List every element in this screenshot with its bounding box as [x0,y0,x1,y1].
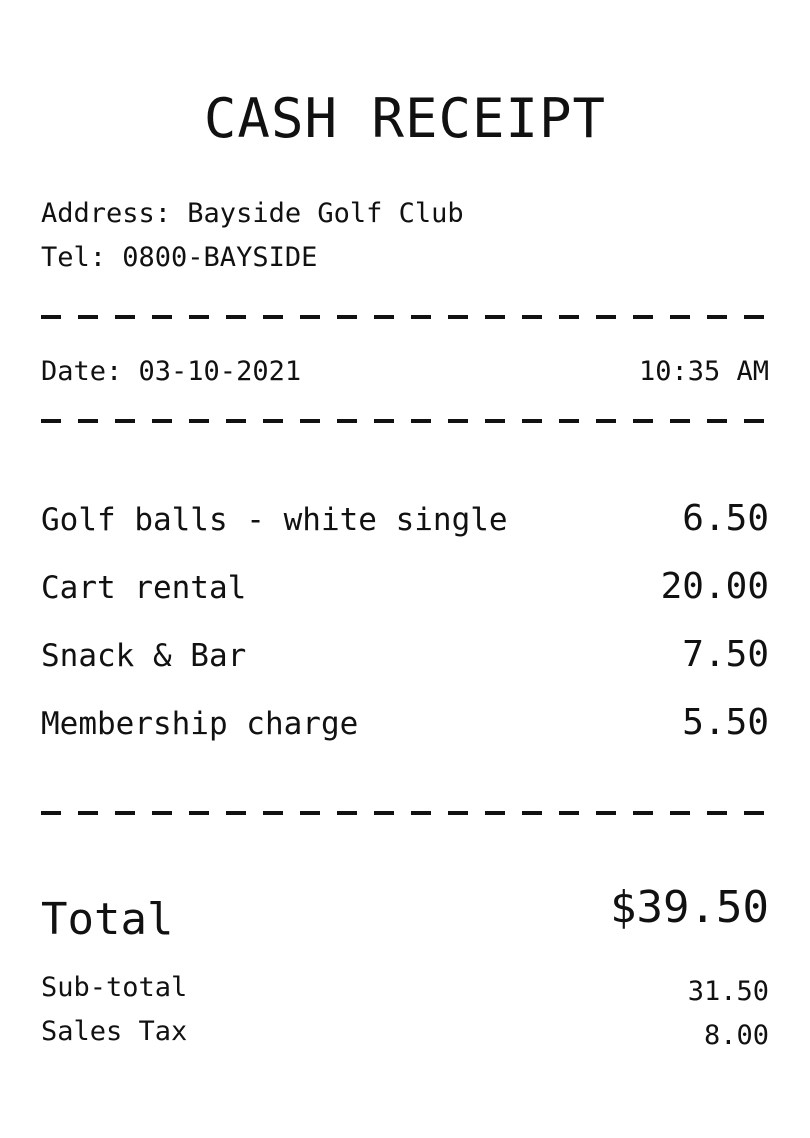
receipt-telephone: Tel: 0800-BAYSIDE [41,242,318,273]
line-item-name: Membership charge [41,706,359,742]
total-label: Total [41,894,174,945]
line-item: Membership charge 5.50 [41,701,769,769]
divider-top [41,315,771,319]
subtotal-row: Sub-total 31.50 [41,972,769,1008]
line-item-price: 5.50 [682,702,769,743]
divider-middle [41,419,771,423]
line-item: Golf balls - white single 6.50 [41,497,769,565]
receipt-time: 10:35 AM [638,356,769,387]
subtotal-label: Sub-total [41,972,188,1003]
subtotal-value: 31.50 [687,976,769,1007]
cash-receipt: CASH RECEIPT Address: Bayside Golf Club … [0,0,810,1138]
line-items: Golf balls - white single 6.50 Cart rent… [41,497,769,769]
divider-bottom [41,811,771,815]
line-item-price: 20.00 [660,566,769,607]
receipt-title: CASH RECEIPT [203,87,607,150]
line-item-price: 6.50 [682,498,769,539]
receipt-datetime: Date: 03-10-2021 10:35 AM [41,354,769,390]
sales-tax-label: Sales Tax [41,1016,188,1047]
line-item-name: Cart rental [41,570,247,606]
line-item: Cart rental 20.00 [41,565,769,633]
line-item-price: 7.50 [682,634,769,675]
line-item-name: Snack & Bar [41,638,247,674]
receipt-address: Address: Bayside Golf Club [41,198,464,229]
sales-tax-row: Sales Tax 8.00 [41,1016,769,1052]
receipt-date: Date: 03-10-2021 [41,356,302,387]
line-item: Snack & Bar 7.50 [41,633,769,701]
total-row: Total $39.50 [41,878,769,942]
total-value: $39.50 [610,882,769,933]
line-item-name: Golf balls - white single [41,502,508,538]
sales-tax-value: 8.00 [703,1020,769,1051]
